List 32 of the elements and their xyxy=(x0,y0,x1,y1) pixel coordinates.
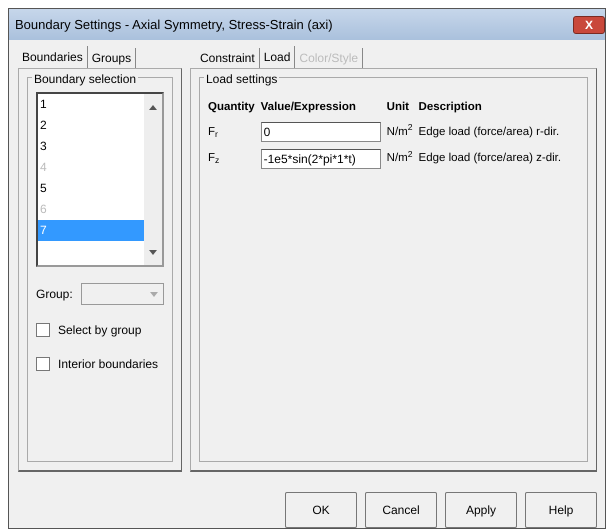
scrollbar[interactable] xyxy=(144,94,162,265)
column-header: Quantity xyxy=(208,96,261,120)
tab[interactable]: Groups xyxy=(88,48,136,68)
list-item[interactable]: 2 xyxy=(38,115,144,136)
column-header: Unit xyxy=(386,100,410,115)
scroll-up-icon[interactable] xyxy=(149,104,157,110)
scroll-down-icon[interactable] xyxy=(149,250,157,254)
value-field[interactable]: 0 xyxy=(260,122,381,142)
value-field[interactable]: -1e5*sin(2*pi*1*t) xyxy=(260,148,381,168)
checkbox[interactable] xyxy=(36,357,50,371)
checkbox[interactable] xyxy=(36,323,50,337)
unit-cell-text: N/m$^{2}$ xyxy=(386,148,414,166)
description-cell-text: Edge load (force/area) r-dir. xyxy=(418,124,560,140)
checkbox-label: Select by group xyxy=(58,322,142,339)
quantity-cell-text: F$_{z}$ xyxy=(208,151,220,168)
dialog-button[interactable]: OK xyxy=(285,492,357,528)
list-item[interactable]: 5 xyxy=(38,178,144,199)
column-header: Value/Expression xyxy=(260,100,357,115)
checkbox-label: Interior boundaries xyxy=(58,356,158,373)
unit-cell-text: N/m$^{2}$ xyxy=(386,121,414,140)
group-label: Group: xyxy=(36,286,73,303)
column-header: Description xyxy=(418,100,483,115)
close-button[interactable]: X xyxy=(573,16,605,34)
window-title: Boundary Settings - Axial Symmetry, Stress-Strain (axi) xyxy=(15,16,333,34)
dialog-button[interactable]: Help xyxy=(525,492,597,528)
list-item[interactable]: 1 xyxy=(38,94,144,115)
dialog-button[interactable]: Cancel xyxy=(365,492,437,528)
caret-icon xyxy=(150,292,158,297)
quantity-cell-text: F$_{r}$ xyxy=(208,124,219,141)
dialog-button[interactable]: Apply xyxy=(445,492,517,528)
description-cell-text: Edge load (force/area) z-dir. xyxy=(418,151,562,166)
list-item[interactable]: 3 xyxy=(38,136,144,157)
